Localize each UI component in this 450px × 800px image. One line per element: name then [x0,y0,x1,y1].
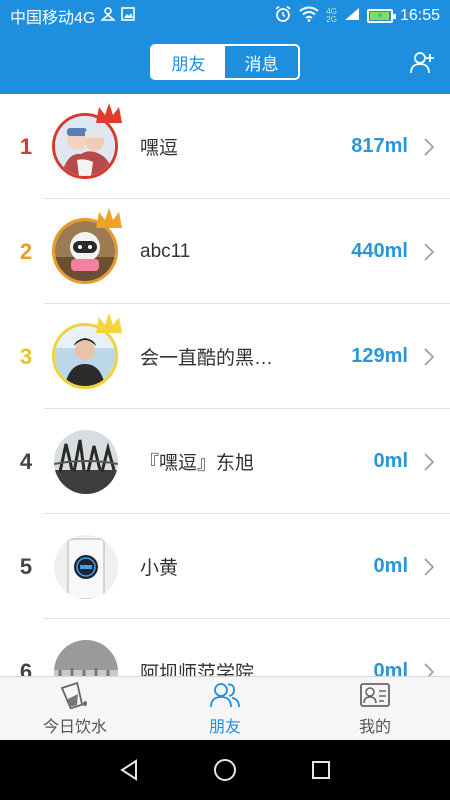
list-item[interactable]: 1 嘿逗 817ml [0,94,450,199]
avatar-container [52,428,120,496]
water-amount: 129ml [351,345,408,367]
wifi-icon [299,6,319,27]
status-bar: 中国移动4G 4G 2G ⚡ 16:55 [0,0,450,32]
rank-number: 3 [19,343,33,369]
system-navigation-bar [0,740,450,800]
avatar [54,639,118,676]
crown-icon [96,312,122,333]
recent-apps-icon[interactable] [308,757,334,783]
ranking-list: 1 嘿逗 817ml 2 abc11 440ml 3 会一直酷的黑… 129ml… [0,94,450,676]
chevron-right-icon [408,557,450,577]
crown-icon [96,207,122,228]
network-type-indicator: 4G 2G [326,8,337,24]
friend-name: 嘿逗 [140,138,179,159]
chevron-right-icon [408,242,450,262]
tab-label: 今日饮水 [42,718,107,736]
friend-name: 会一直酷的黑… [140,348,274,369]
tab-mine[interactable]: 我的 [300,677,450,740]
tab-label: 朋友 [208,718,241,736]
rank-number: 2 [19,238,33,264]
carrier-label: 中国移动4G [10,10,96,27]
add-user-icon[interactable] [410,50,436,76]
list-item[interactable]: 5 小黄 0ml [0,514,450,619]
list-item[interactable]: 2 abc11 440ml [0,199,450,304]
bottom-tab-bar: 今日饮水 朋友 我的 [0,676,450,740]
friend-name: 小黄 [140,558,179,579]
rank-number: 6 [19,658,33,677]
home-icon[interactable] [212,757,238,783]
avatar-container [52,102,122,181]
water-amount: 0ml [373,660,408,676]
chevron-right-icon [408,662,450,676]
friend-name: 『嘿逗』东旭 [140,453,255,474]
friend-name: abc11 [140,240,191,262]
app-header: 朋友 消息 [0,32,450,94]
vpn-person-icon [100,6,117,26]
network-2g-label: 2G [326,15,337,24]
avatar [54,429,118,494]
avatar [54,534,118,599]
water-amount: 0ml [373,555,408,577]
rank-number: 5 [19,553,33,579]
chevron-right-icon [408,452,450,472]
profile-card-icon [360,682,390,707]
water-cup-icon [60,681,87,709]
rank-number: 4 [19,448,33,474]
avatar-container [52,533,120,601]
friend-name: 阿坝师范学院 [140,663,255,676]
friends-icon [210,682,240,707]
list-item[interactable]: 4 『嘿逗』东旭 0ml [0,409,450,514]
tab-messages[interactable]: 消息 [225,46,298,78]
chevron-right-icon [408,137,450,157]
tab-friends[interactable]: 朋友 [152,46,225,78]
image-icon [121,6,136,26]
back-icon[interactable] [116,757,142,783]
charging-bolt-icon: ⚡ [376,10,384,22]
list-item[interactable]: 3 会一直酷的黑… 129ml [0,304,450,409]
water-amount: 440ml [351,240,408,262]
rank-number: 1 [19,133,33,159]
crown-icon [96,102,122,123]
avatar-container [52,638,120,676]
signal-icon [344,7,360,26]
list-item[interactable]: 6 阿坝师范学院 0ml [0,619,450,676]
battery-icon: ⚡ [366,9,396,23]
avatar-container [52,207,122,286]
tab-today-water[interactable]: 今日饮水 [0,677,150,740]
water-amount: 817ml [351,135,408,157]
tab-friends-nav[interactable]: 朋友 [150,677,300,740]
water-amount: 0ml [373,450,408,472]
chevron-right-icon [408,347,450,367]
segment-control: 朋友 消息 [150,44,300,80]
avatar-container [52,312,122,391]
tab-label: 我的 [358,718,391,736]
alarm-icon [274,5,292,28]
clock-time: 16:55 [399,7,440,24]
